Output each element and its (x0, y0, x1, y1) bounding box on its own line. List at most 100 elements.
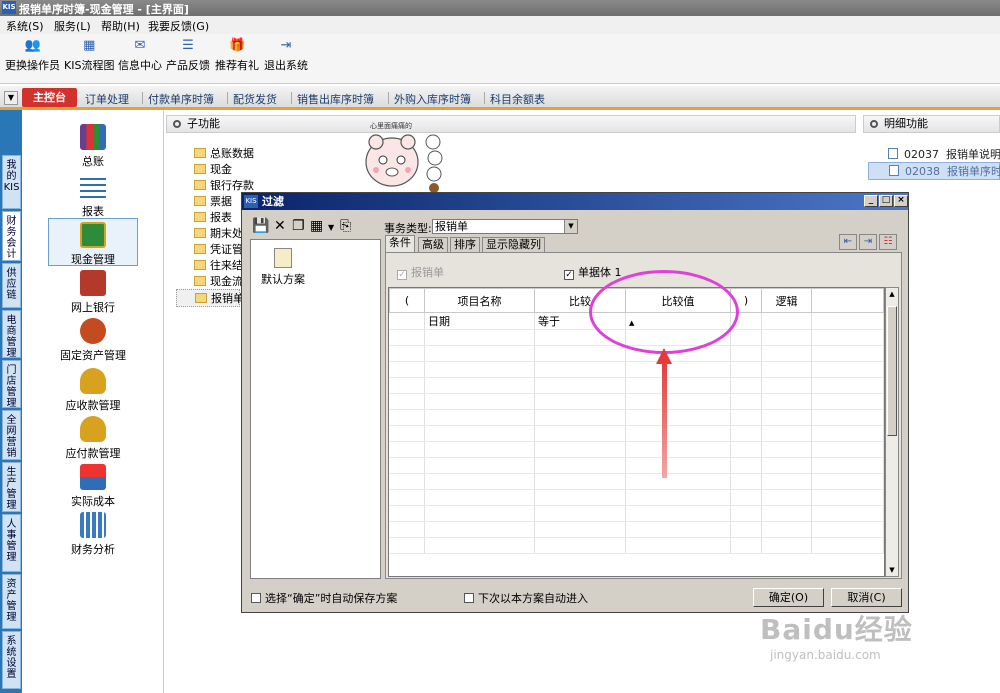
vtab-ecommerce[interactable]: 电商管理 (2, 310, 21, 359)
table-row[interactable] (389, 457, 884, 474)
auto-save-checkbox[interactable]: 选择“确定”时自动保存方案 (251, 590, 397, 606)
tab-advanced[interactable]: 高级 (418, 237, 448, 252)
table-row[interactable] (389, 377, 884, 394)
scroll-thumb[interactable] (887, 306, 897, 436)
delete-icon[interactable]: ✕ (274, 218, 286, 234)
tree-item[interactable]: 现金流 (194, 273, 243, 289)
folder-icon (194, 276, 206, 286)
tab-purchase-inbound-journal[interactable]: 外购入库序时簿 (394, 91, 471, 107)
copy-icon[interactable]: ❐ (292, 218, 305, 234)
scroll-up-icon[interactable]: ▲ (886, 288, 898, 300)
tab-distribution-shipping[interactable]: 配货发货 (233, 91, 277, 107)
tab-separator (142, 92, 143, 104)
scroll-down-icon[interactable]: ▼ (886, 564, 898, 576)
table-row[interactable] (389, 441, 884, 458)
vtab-assets[interactable]: 资产管理 (2, 574, 21, 629)
detail-item[interactable]: 02037 报销单说明 (888, 146, 1000, 162)
export-icon[interactable]: ⎘ (340, 218, 351, 234)
minimize-button[interactable]: _ (864, 195, 878, 207)
save-icon[interactable]: 💾 (252, 218, 269, 234)
table-row[interactable] (389, 425, 884, 442)
delete-row-icon[interactable]: ☷ (879, 234, 897, 250)
vtab-settings[interactable]: 系统设置 (2, 631, 21, 689)
chevron-down-icon[interactable]: ▼ (564, 220, 577, 233)
tab-condition[interactable]: 条件 (385, 235, 415, 252)
cell-spacer (811, 312, 884, 330)
tree-item[interactable]: 报表 (194, 209, 232, 225)
bill-body-checkbox[interactable]: ✓ 单据体 1 (564, 264, 622, 280)
nav-reports[interactable]: 报表 (48, 174, 138, 219)
table-row[interactable] (389, 409, 884, 426)
chevron-down-icon[interactable]: ▼ (328, 223, 334, 232)
nav-actual-cost[interactable]: 实际成本 (48, 464, 138, 509)
vtab-finance[interactable]: 财务会计 (2, 211, 21, 261)
vtab-production[interactable]: 生产管理 (2, 462, 21, 512)
tab-order-processing[interactable]: 订单处理 (85, 91, 129, 107)
dialog-title-bar: KIS 过滤 _ □ × (242, 193, 908, 210)
append-row-icon[interactable]: ⇥ (859, 234, 877, 250)
auto-enter-checkbox[interactable]: 下次以本方案自动进入 (464, 590, 588, 606)
menu-help[interactable]: 帮助(H) (101, 18, 140, 34)
tab-payment-journal[interactable]: 付款单序时簿 (148, 91, 214, 107)
tree-item[interactable]: 往来结 (194, 257, 243, 273)
tree-item[interactable]: 期末处 (194, 225, 243, 241)
tree-item[interactable]: 总账数据 (194, 145, 254, 161)
tree-item-selected[interactable]: 报销单 (176, 289, 244, 307)
chevron-down-icon[interactable]: ▼ (4, 91, 18, 105)
table-row[interactable] (389, 537, 884, 554)
transaction-type-select[interactable]: 报销单 ▼ (432, 219, 578, 234)
change-operator-button[interactable]: 👥 更换操作员 (5, 38, 60, 73)
product-feedback-button[interactable]: ☰ 产品反馈 (166, 38, 210, 73)
default-scheme-item[interactable]: 默认方案 (261, 248, 305, 287)
info-center-button[interactable]: ✉ 信息中心 (118, 38, 162, 73)
table-row[interactable] (389, 393, 884, 410)
tab-account-balance[interactable]: 科目余额表 (490, 91, 545, 107)
menu-service[interactable]: 服务(L) (54, 18, 91, 34)
menu-feedback[interactable]: 我要反馈(G) (148, 18, 209, 34)
table-row[interactable] (389, 361, 884, 378)
vtab-marketing[interactable]: 全网营销 (2, 410, 21, 460)
cell-logic[interactable] (761, 312, 812, 330)
tab-home-console[interactable]: 主控台 (22, 88, 77, 107)
tree-item[interactable]: 银行存款 (194, 177, 254, 193)
menu-system[interactable]: 系统(S) (6, 18, 44, 34)
table-row[interactable] (389, 473, 884, 490)
kis-flowchart-button[interactable]: ▦ KIS流程图 (64, 38, 114, 73)
recommend-gift-button[interactable]: 🎁 推荐有礼 (215, 38, 259, 73)
vtab-store[interactable]: 门店管理 (2, 360, 21, 409)
tab-sales-outbound-journal[interactable]: 销售出库序时簿 (297, 91, 374, 107)
nav-financial-analysis[interactable]: 财务分析 (48, 512, 138, 557)
nav-payables[interactable]: 应付款管理 (48, 416, 138, 461)
cell-item-name[interactable]: 日期 (424, 312, 535, 330)
nav-general-ledger[interactable]: 总账 (48, 124, 138, 169)
ok-button[interactable]: 确定(O) (753, 588, 824, 607)
tree-label: 报表 (210, 211, 232, 224)
maximize-button[interactable]: □ (879, 195, 893, 207)
cancel-button[interactable]: 取消(C) (831, 588, 902, 607)
table-row[interactable] (389, 489, 884, 506)
nav-fixed-assets[interactable]: 固定资产管理 (48, 318, 138, 363)
insert-row-icon[interactable]: ⇤ (839, 234, 857, 250)
grid-view-icon[interactable]: ▦ (310, 218, 323, 234)
vtab-hr[interactable]: 人事管理 (2, 514, 21, 572)
tree-label: 凭证管 (210, 243, 243, 256)
table-row[interactable] (389, 521, 884, 538)
table-row[interactable] (389, 505, 884, 522)
tab-sort[interactable]: 排序 (450, 237, 480, 252)
tree-item[interactable]: 票据 (194, 193, 232, 209)
section-bullet-icon (870, 120, 878, 128)
detail-title: 明细功能 (884, 117, 928, 130)
nav-cash-management[interactable]: 现金管理 (48, 218, 138, 266)
tab-show-hide-columns[interactable]: 显示隐藏列 (482, 237, 545, 252)
nav-online-bank[interactable]: 网上银行 (48, 270, 138, 315)
vtab-my-kis[interactable]: 我的KIS (2, 155, 21, 209)
nav-receivables[interactable]: 应收款管理 (48, 368, 138, 413)
tree-item[interactable]: 现金 (194, 161, 232, 177)
exit-system-button[interactable]: ⇥ 退出系统 (264, 38, 308, 73)
close-button[interactable]: × (894, 195, 908, 207)
vtab-supply-chain[interactable]: 供应链 (2, 263, 21, 308)
grid-scrollbar[interactable]: ▲ ▼ (885, 287, 899, 577)
cell-open-paren[interactable] (389, 312, 425, 330)
tree-item[interactable]: 凭证管 (194, 241, 243, 257)
detail-item-selected[interactable]: 02038 报销单序时簿 (868, 162, 1000, 180)
